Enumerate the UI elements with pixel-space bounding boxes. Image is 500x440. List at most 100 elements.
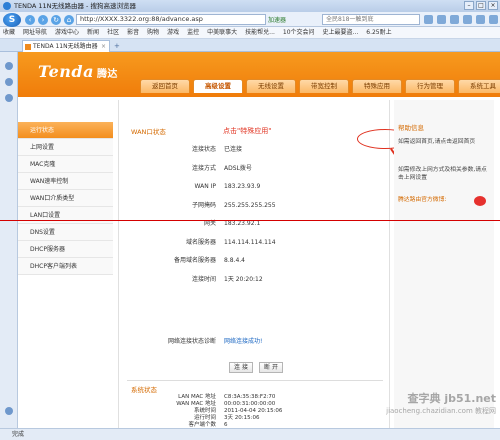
menu-item[interactable]: WAN速率控制 [18,173,113,190]
sidebar-favorites-icon[interactable] [5,62,13,70]
status-bar: 完成 [0,428,500,440]
sogou-logo-icon[interactable]: S [3,13,21,27]
tab-router[interactable]: TENDA 11N无线路由器 × [22,40,110,52]
favorite-item[interactable]: 10个交会问 [283,27,315,38]
tab-label: TENDA 11N无线路由器 [33,43,98,50]
minimize-button[interactable]: – [464,1,474,10]
row-label: 备用域名服务器 [173,257,216,264]
favorite-item[interactable]: 影音 [127,27,139,38]
forward-icon[interactable]: › [38,15,48,25]
favorite-item[interactable]: 中美联事大 [207,27,237,38]
nav-tab[interactable]: 行为管理 [405,79,455,93]
system-status-title: 系统状态 [131,386,157,394]
address-toolbar: S ‹ › ↻ ⌂ http://XXXX.3322.org:88/advanc… [0,12,500,27]
diag-value[interactable]: 网络连接成功! [224,336,262,348]
row-label: 子网掩码 [191,201,216,209]
menu-item[interactable]: DNS设置 [18,224,113,241]
maximize-button[interactable]: □ [476,1,486,10]
favorite-item[interactable]: 游戏中心 [55,27,79,38]
favorite-item[interactable]: 购物 [147,27,159,38]
red-guide-line [0,220,500,221]
connect-button[interactable]: 连 接 [229,362,253,373]
nav-tab[interactable]: 无线设置 [246,79,296,93]
row-value: 1天 20:20:12 [224,275,263,283]
favorite-item[interactable]: 网址导航 [23,27,47,38]
sidebar-settings-icon[interactable] [5,407,13,415]
tenda-favicon-icon [25,44,31,50]
row-label: 域名服务器 [185,238,216,246]
status-row: WAN IP 183.23.93.9 [119,181,391,193]
window-title: TENDA 11N无线路由器 - 搜狗高速浏览器 [14,2,136,10]
status-row: 连接状态 已连接 [119,144,391,156]
row-label: 连接状态 [191,146,216,153]
history-icon[interactable] [450,15,459,24]
menu-icon[interactable] [476,15,485,24]
annotation-text: 点击"特殊应用" [223,127,272,135]
row-value: ADSL拨号 [224,164,252,172]
sidebar-weibo-icon[interactable] [5,94,13,102]
status-row: 运行时间 3天 20:15:06 [119,415,391,422]
user-icon[interactable] [489,15,498,24]
tab-bar: TENDA 11N无线路由器 × + [0,39,500,52]
router-nav: 返回首页 高级设置 无线设置 带宽控制 特殊应用 行为管理 系统工具 [140,79,500,93]
home-icon[interactable]: ⌂ [64,15,74,25]
download-icon[interactable] [437,15,446,24]
url-input[interactable]: http://XXXX.3322.org:88/advance.asp [76,14,266,25]
watermark-sub: jiaocheng.chazidian.com 教程网 [386,407,496,415]
menu-item[interactable]: DHCP服务器 [18,241,113,258]
settings-icon[interactable] [463,15,472,24]
nav-tab[interactable]: 带宽控制 [299,79,349,93]
favorite-item[interactable]: 游戏 [167,27,179,38]
status-row: 连接方式 ADSL拨号 [119,163,391,175]
refresh-icon[interactable]: ↻ [51,15,61,25]
row-value: 已连接 [224,146,243,153]
status-text: 完成 [12,431,25,438]
new-tab-button[interactable]: + [114,42,120,50]
menu-item[interactable]: WAN口介质类型 [18,190,113,207]
menu-item[interactable]: LAN口设置 [18,207,113,224]
row-label: WAN IP [194,183,217,190]
accelerator-button[interactable]: 加速器 [268,15,286,24]
help-text-home: 如需返回首页,请点击返回首页 [398,139,476,145]
close-window-button[interactable]: × [488,1,498,10]
favorite-item[interactable]: 6.25耐上 [366,27,391,38]
favorite-item[interactable]: 技能帮兑... [245,27,275,38]
status-row: 备用域名服务器 8.8.4.4 [119,255,391,267]
favorite-item[interactable]: 社区 [107,27,119,38]
row-value: 8.8.4.4 [224,257,245,264]
row-value: 183.23.93.9 [224,183,261,190]
row-label: WAN MAC 地址 [176,401,216,407]
favorite-item[interactable]: 收藏 [3,27,15,38]
status-panel: WAN口状态 连接状态 已连接连接方式 ADSL拨号 WAN IP 183.23.93.… [118,100,390,428]
router-page: Tenda 腾达 返回首页 高级设置 无线设置 带宽控制 特殊应用 行为管理 系统工具 运行状… [18,52,500,428]
nav-tab[interactable]: 系统工具 [458,79,500,93]
sidebar-history-icon[interactable] [5,78,13,86]
nav-tab[interactable]: 返回首页 [140,79,190,93]
favorite-item[interactable]: 史上最要盗... [323,27,359,38]
row-value: 114.114.114.114 [224,238,276,246]
wan-status-title: WAN口状态 [131,128,166,136]
row-value: 00:00:31:00:00:00 [224,401,276,407]
back-icon[interactable]: ‹ [25,15,35,25]
search-input[interactable]: 全民818一触到底 [322,14,420,25]
close-tab-icon[interactable]: × [101,41,106,52]
favorite-item[interactable]: 监控 [187,27,199,38]
row-label: LAN MAC 地址 [178,394,216,400]
menu-item[interactable]: 运行状态 [18,122,113,139]
nav-tab[interactable]: 特殊应用 [352,79,402,93]
menu-item[interactable]: MAC克隆 [18,156,113,173]
favorites-bar: 收藏 网址导航 游戏中心 新闻 社区 影音 购物 游戏 监控 中美联事大 技能帮兑... 10个交会问… [0,27,500,39]
toolbar-icons [424,15,500,24]
nav-tab[interactable]: 高级设置 [193,79,243,93]
row-value: 255.255.255.255 [224,201,276,209]
menu-item[interactable]: 上网设置 [18,139,113,156]
row-value: 3天 20:15:06 [224,415,260,421]
menu-item[interactable]: DHCP客户端列表 [18,258,113,275]
extension-icon[interactable] [424,15,433,24]
status-row: 子网掩码 255.255.255.255 [119,200,391,212]
diag-row: 网络连接状态诊断 网络连接成功! [119,336,391,348]
weibo-icon[interactable] [474,196,486,206]
disconnect-button[interactable]: 断 开 [259,362,283,373]
router-left-menu: 运行状态 上网设置 MAC克隆 WAN速率控制 WAN口介质类型 LAN口设置 DNS设置 D… [18,122,113,275]
favorite-item[interactable]: 新闻 [87,27,99,38]
